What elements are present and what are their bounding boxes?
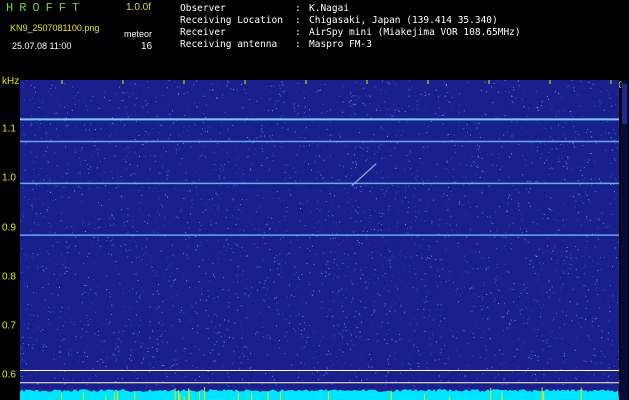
info-row-location: Receiving Location: Chigasaki, Japan (139… [180, 15, 521, 27]
y-axis-unit: kHz [2, 76, 20, 87]
y-tick-label: 0.8 [2, 271, 16, 283]
y-tick-label: 0.6 [2, 369, 16, 381]
info-row-antenna: Receiving antenna: Maspro FM-3 [180, 39, 521, 51]
info-separator: : [295, 3, 301, 14]
info-label: Observer [180, 3, 226, 14]
info-value: AirSpy mini (Miakejima VOR 108.65MHz) [309, 27, 521, 38]
y-tick-label: 0.7 [2, 320, 16, 332]
scrollbar-thumb[interactable] [622, 84, 627, 124]
info-value: Maspro FM-3 [309, 39, 372, 50]
spectrogram[interactable] [20, 80, 619, 400]
app-title: HROFFT [6, 1, 86, 15]
info-separator: : [295, 27, 301, 38]
info-label: Receiving antenna [180, 39, 278, 50]
y-tick-label: 0.9 [2, 222, 16, 234]
y-tick-label: 1.1 [2, 123, 16, 135]
info-separator: : [295, 39, 301, 50]
info-label: Receiver [180, 27, 226, 38]
info-value: Chigasaki, Japan (139.414 35.340) [309, 15, 498, 26]
spectrogram-background [20, 80, 619, 400]
info-label: Receiving Location [180, 15, 283, 26]
count-label: 16 [141, 41, 153, 52]
version-label: 1.0.0f [126, 2, 152, 13]
info-row-receiver: Receiver: AirSpy mini (Miakejima VOR 108.… [180, 27, 521, 39]
datetime-label: 25.07.08 11:00 [12, 41, 72, 51]
y-tick-label: 1.0 [2, 172, 16, 184]
station-info: Observer: K.Nagai Receiving Location: Chig… [180, 3, 521, 51]
scrollbar[interactable] [621, 80, 628, 400]
mode-label: meteor [124, 29, 153, 39]
info-separator: : [295, 15, 301, 26]
info-value: K.Nagai [309, 3, 350, 14]
info-row-observer: Observer: K.Nagai [180, 3, 521, 15]
filename-label: KN9_2507081100.png [10, 23, 100, 33]
